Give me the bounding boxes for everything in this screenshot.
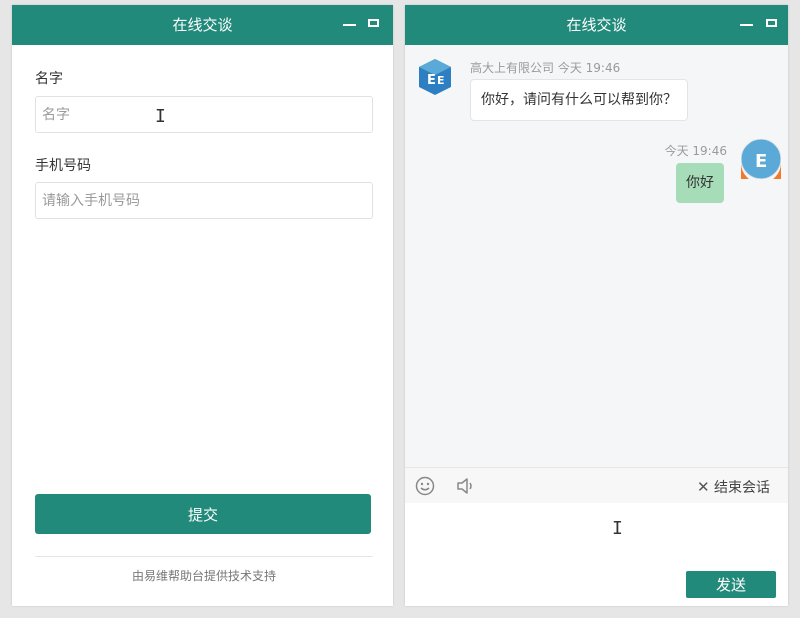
chat-window: 在线交谈 E E 高大上有限公司 今天 19:46 你好，请问有什么可以帮到你？… bbox=[405, 5, 788, 606]
submit-button[interactable]: 提交 bbox=[35, 494, 371, 534]
agent-message-bubble: 你好，请问有什么可以帮到你？ bbox=[470, 79, 688, 121]
agent-avatar: E E bbox=[419, 59, 451, 95]
svg-text:E: E bbox=[427, 73, 436, 88]
user-message-bubble: 你好 bbox=[676, 163, 724, 203]
maximize-icon[interactable] bbox=[766, 19, 777, 27]
agent-sender-name: 高大上有限公司 bbox=[470, 61, 555, 75]
text-cursor-icon: I bbox=[155, 106, 166, 127]
speaker-icon[interactable] bbox=[455, 476, 475, 496]
agent-message-meta: 高大上有限公司 今天 19:46 bbox=[470, 59, 620, 76]
svg-text:E: E bbox=[437, 74, 445, 87]
phone-input[interactable] bbox=[35, 182, 373, 219]
user-avatar: E bbox=[741, 139, 781, 179]
end-chat-label: 结束会话 bbox=[714, 480, 770, 496]
user-message-time: 今天 19:46 bbox=[664, 144, 727, 158]
message-composer[interactable]: I 发送 bbox=[405, 503, 788, 606]
send-button[interactable]: 发送 bbox=[686, 571, 776, 598]
right-titlebar: 在线交谈 bbox=[405, 5, 788, 45]
maximize-icon[interactable] bbox=[368, 19, 379, 27]
footer-divider bbox=[35, 556, 373, 557]
left-titlebar: 在线交谈 bbox=[12, 5, 393, 45]
message-list[interactable]: E E 高大上有限公司 今天 19:46 你好，请问有什么可以帮到你？ 今天 1… bbox=[405, 45, 788, 467]
text-cursor-icon: I bbox=[612, 518, 623, 539]
powered-by-text: 由易维帮助台提供技术支持 bbox=[131, 569, 276, 583]
svg-text:E: E bbox=[755, 151, 767, 172]
name-label: 名字 bbox=[35, 71, 63, 87]
emoji-icon[interactable] bbox=[415, 476, 435, 496]
end-chat-button[interactable]: ✕ 结束会话 bbox=[697, 477, 770, 497]
name-input[interactable] bbox=[35, 96, 373, 133]
pre-chat-form-window: 在线交谈 名字 I 手机号码 提交 由易维帮助台提供技术支持 bbox=[12, 5, 393, 606]
close-icon: ✕ bbox=[696, 478, 710, 496]
left-window-title: 在线交谈 bbox=[172, 16, 233, 34]
minimize-icon[interactable] bbox=[343, 24, 356, 26]
chat-toolbar: ✕ 结束会话 bbox=[405, 467, 788, 504]
agent-message-time: 今天 19:46 bbox=[557, 61, 621, 75]
minimize-icon[interactable] bbox=[740, 24, 753, 26]
right-window-title: 在线交谈 bbox=[566, 16, 627, 34]
phone-label: 手机号码 bbox=[35, 158, 91, 174]
